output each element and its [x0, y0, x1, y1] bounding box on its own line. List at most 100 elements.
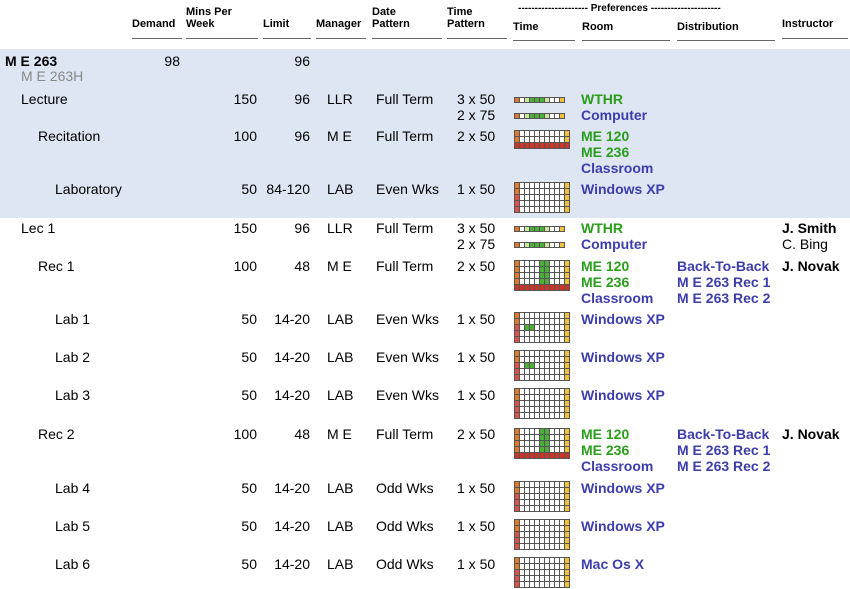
divider [186, 38, 258, 39]
time-pref-cell [564, 336, 570, 343]
time-pref-grid[interactable] [514, 481, 570, 512]
time-pref-cell [564, 543, 570, 550]
time-pref-cell [564, 412, 570, 419]
course-name[interactable]: M E 263 [5, 53, 57, 69]
time-pref-cell [564, 206, 570, 213]
room-pref-1[interactable]: Windows XP [581, 387, 665, 403]
date-pattern: Full Term [376, 426, 434, 442]
room-pref-1[interactable]: Windows XP [581, 311, 665, 327]
section-name[interactable]: Lab 4 [55, 480, 90, 496]
room-pref-1[interactable]: Windows XP [581, 349, 665, 365]
time-pref-grid[interactable] [514, 182, 570, 213]
room-pref-1[interactable]: Windows XP [581, 181, 665, 197]
manager: M E [327, 426, 352, 442]
mins-per-week: 50 [241, 349, 257, 365]
time-pref-grid[interactable] [514, 557, 570, 588]
time-pattern: 2 x 50 [457, 128, 496, 144]
limit: 96 [294, 91, 310, 107]
manager: LAB [327, 387, 354, 403]
time-pattern: 2 x 50 [457, 426, 496, 442]
time-pref-grid[interactable] [514, 428, 570, 459]
room-pref-1[interactable]: Windows XP [581, 518, 665, 534]
section-name[interactable]: Laboratory [55, 181, 122, 197]
room-pref-2[interactable]: ME 236 [581, 144, 629, 160]
section-name[interactable]: Lab 3 [55, 387, 90, 403]
room-pref-3[interactable]: Classroom [581, 290, 653, 306]
time-pref-grid-2[interactable] [514, 242, 565, 248]
time-pref-grid[interactable] [514, 388, 570, 419]
room-pref-1[interactable]: Mac Os X [581, 556, 644, 572]
time-pref-cell [559, 97, 565, 103]
time-pattern: 1 x 50 [457, 349, 496, 365]
room-pref-2[interactable]: Computer [581, 107, 647, 123]
divider [263, 38, 311, 39]
instructor-primary[interactable]: J. Novak [782, 426, 840, 442]
distribution-pref[interactable]: Back-To-Back [677, 426, 769, 442]
limit: 84-120 [266, 181, 310, 197]
time-pref-grid[interactable] [514, 350, 570, 381]
divider [447, 38, 507, 39]
room-pref-2[interactable]: ME 236 [581, 274, 629, 290]
distribution-class-2[interactable]: M E 263 Rec 2 [677, 458, 770, 474]
distribution-class-2[interactable]: M E 263 Rec 2 [677, 290, 770, 306]
section-name[interactable]: Lab 2 [55, 349, 90, 365]
divider [372, 38, 442, 39]
time-pref-cell [564, 284, 570, 291]
date-pattern: Full Term [376, 128, 434, 144]
date-pattern: Even Wks [376, 311, 440, 327]
room-pref-1[interactable]: Windows XP [581, 480, 665, 496]
header-demand: Demand [132, 18, 176, 30]
section-name[interactable]: Rec 2 [38, 426, 75, 442]
date-pattern: Even Wks [376, 349, 440, 365]
room-pref-1[interactable]: ME 120 [581, 128, 629, 144]
room-pref-3[interactable]: Classroom [581, 160, 653, 176]
time-pattern: 2 x 50 [457, 258, 496, 274]
header-preferences: --------------------- Preferences ------… [518, 3, 721, 14]
date-pattern: Odd Wks [376, 480, 434, 496]
header-time: Time [447, 6, 473, 18]
section-name[interactable]: Lab 6 [55, 556, 90, 572]
room-pref-1[interactable]: ME 120 [581, 426, 629, 442]
mins-per-week: 150 [233, 220, 257, 236]
limit: 14-20 [274, 311, 310, 327]
time-pref-grid[interactable] [514, 312, 570, 343]
section-name[interactable]: Recitation [38, 128, 100, 144]
manager: LAB [327, 311, 354, 327]
course-demand: 98 [164, 53, 180, 69]
header-time-pattern: Pattern [447, 18, 485, 30]
room-pref-1[interactable]: WTHR [581, 91, 623, 107]
instructor-secondary[interactable]: C. Bing [782, 236, 828, 252]
time-pref-grid[interactable] [514, 130, 570, 149]
time-pref-grid[interactable] [514, 260, 570, 291]
section-name[interactable]: Lab 5 [55, 518, 90, 534]
date-pattern: Odd Wks [376, 556, 434, 572]
instructor-primary[interactable]: J. Novak [782, 258, 840, 274]
time-pref-grid[interactable] [514, 519, 570, 550]
time-pref-grid-2[interactable] [514, 113, 565, 119]
header-instructor: Instructor [782, 18, 834, 30]
room-pref-2[interactable]: ME 236 [581, 442, 629, 458]
header-pref-time: Time [513, 21, 539, 33]
section-name[interactable]: Lab 1 [55, 311, 90, 327]
room-pref-2[interactable]: Computer [581, 236, 647, 252]
limit: 14-20 [274, 480, 310, 496]
time-pref-grid[interactable] [514, 97, 565, 103]
section-name[interactable]: Rec 1 [38, 258, 75, 274]
distribution-class-1[interactable]: M E 263 Rec 1 [677, 442, 770, 458]
section-name[interactable]: Lec 1 [21, 220, 55, 236]
time-pref-cell [559, 226, 565, 232]
room-pref-1[interactable]: WTHR [581, 220, 623, 236]
section-name[interactable]: Lecture [21, 91, 68, 107]
room-pref-3[interactable]: Classroom [581, 458, 653, 474]
room-pref-1[interactable]: ME 120 [581, 258, 629, 274]
limit: 48 [294, 258, 310, 274]
mins-per-week: 100 [233, 426, 257, 442]
time-pref-grid[interactable] [514, 226, 565, 232]
instructor-primary[interactable]: J. Smith [782, 220, 836, 236]
time-pref-cell [564, 142, 570, 149]
manager: LAB [327, 518, 354, 534]
distribution-pref[interactable]: Back-To-Back [677, 258, 769, 274]
mins-per-week: 50 [241, 480, 257, 496]
limit: 14-20 [274, 349, 310, 365]
distribution-class-1[interactable]: M E 263 Rec 1 [677, 274, 770, 290]
